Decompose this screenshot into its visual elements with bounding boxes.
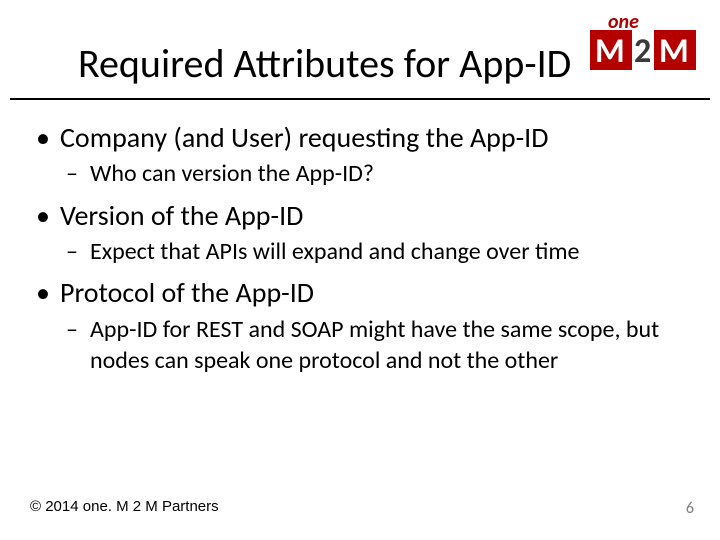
- bullet-text: Company (and User) requesting the App-ID: [60, 120, 548, 155]
- sub-item: Expect that APIs will expand and change …: [60, 236, 690, 267]
- sub-text: Who can version the App-ID?: [90, 159, 374, 188]
- slide-title: Required Attributes for App-ID: [78, 42, 670, 86]
- page-number: 6: [686, 499, 694, 518]
- bullet-text: Protocol of the App-ID: [60, 275, 314, 310]
- sub-text: App-ID for REST and SOAP might have the …: [90, 315, 659, 375]
- bullet-list: Company (and User) requesting the App-ID…: [30, 120, 690, 376]
- bullet-item: Company (and User) requesting the App-ID…: [30, 120, 690, 190]
- sub-item: App-ID for REST and SOAP might have the …: [60, 314, 690, 376]
- sub-text: Expect that APIs will expand and change …: [90, 237, 579, 266]
- sub-list: Expect that APIs will expand and change …: [60, 236, 690, 267]
- sub-list: Who can version the App-ID?: [60, 158, 690, 189]
- slide: one M 2 M Required Attributes for App-ID…: [0, 0, 720, 540]
- bullet-text: Version of the App-ID: [60, 198, 303, 233]
- sub-list: App-ID for REST and SOAP might have the …: [60, 314, 690, 376]
- sub-item: Who can version the App-ID?: [60, 158, 690, 189]
- bullet-item: Protocol of the App-ID App-ID for REST a…: [30, 275, 690, 376]
- bullet-item: Version of the App-ID Expect that APIs w…: [30, 198, 690, 268]
- slide-body: Company (and User) requesting the App-ID…: [30, 120, 690, 384]
- title-underline: [10, 98, 710, 100]
- footer-copyright: © 2014 one. M 2 M Partners: [30, 498, 219, 515]
